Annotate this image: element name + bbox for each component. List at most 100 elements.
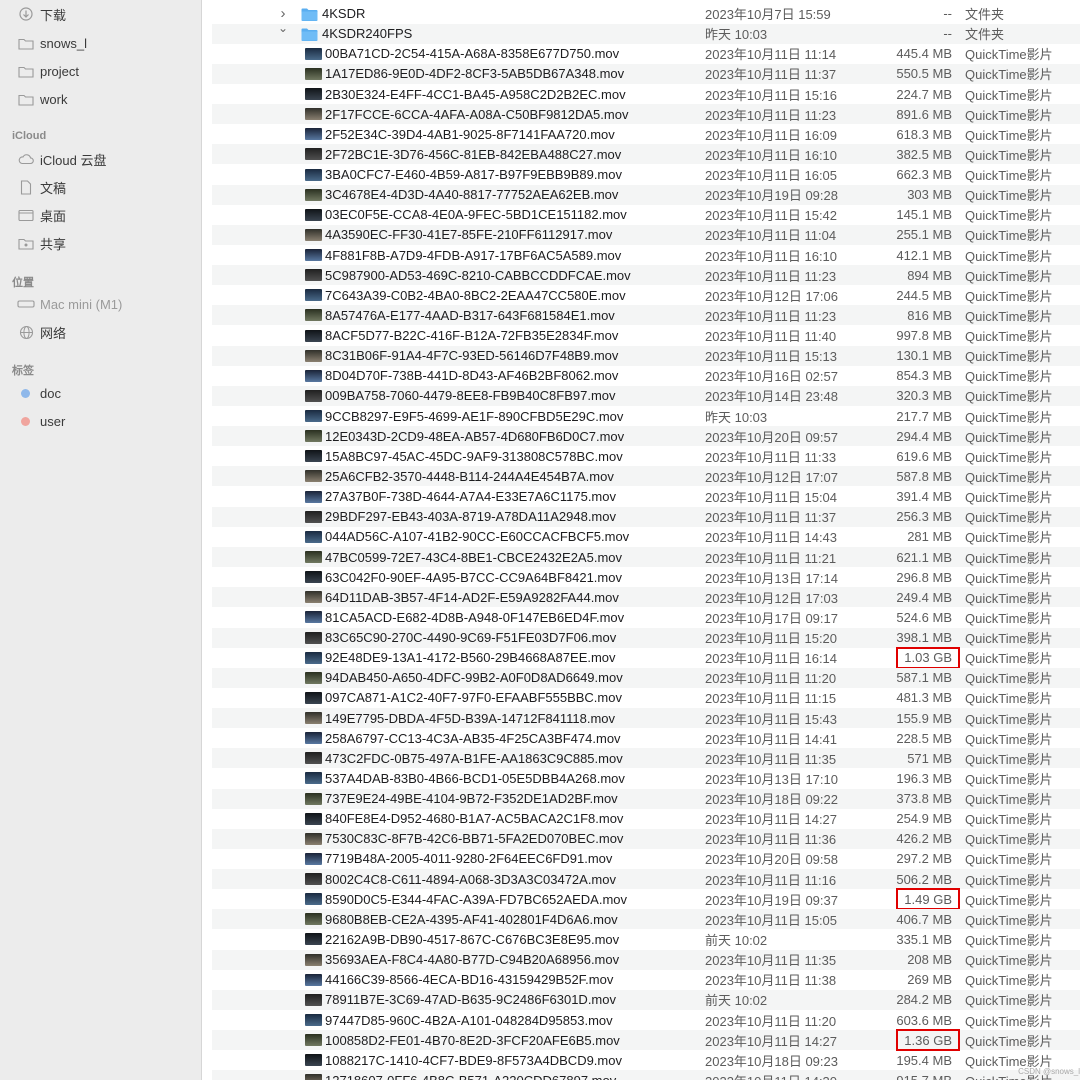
video-thumbnail	[305, 410, 322, 423]
file-row[interactable]: 8C31B06F-91A4-4F7C-93ED-56146D7F48B9.mov…	[212, 345, 1080, 366]
file-row[interactable]: 737E9E24-49BE-4104-9B72-F352DE1AD2BF.mov…	[212, 788, 1080, 809]
file-row[interactable]: 1A17ED86-9E0D-4DF2-8CF3-5AB5DB67A348.mov…	[212, 63, 1080, 84]
file-row[interactable]: 3BA0CFC7-E460-4B59-A817-B97F9EBB9B89.mov…	[212, 165, 1080, 185]
file-row[interactable]: 3C4678E4-4D3D-4A40-8817-77752AEA62EB.mov…	[212, 184, 1080, 205]
file-row[interactable]: 473C2FDC-0B75-497A-B1FE-AA1863C9C885.mov…	[212, 748, 1080, 769]
file-row[interactable]: 8ACF5D77-B22C-416F-B12A-72FB35E2834F.mov…	[212, 326, 1080, 346]
file-row[interactable]: 15A8BC97-45AC-45DC-9AF9-313808C578BC.mov…	[212, 446, 1080, 466]
video-thumbnail	[305, 108, 322, 121]
file-row[interactable]: 009BA758-7060-4479-8EE8-FB9B40C8FB97.mov…	[212, 385, 1080, 406]
file-kind: QuickTime影片	[965, 248, 1053, 264]
file-row[interactable]: 27A37B0F-738D-4644-A7A4-E33E7A6C1175.mov…	[212, 487, 1080, 507]
file-row[interactable]: 7C643A39-C0B2-4BA0-8BC2-2EAA47CC580E.mov…	[212, 285, 1080, 305]
video-thumbnail	[305, 530, 322, 543]
file-row[interactable]: 44166C39-8566-4ECA-BD16-43159429B52F.mov…	[212, 970, 1080, 990]
file-name: 2B30E324-E4FF-4CC1-BA45-A958C2D2B2EC.mov	[325, 86, 626, 102]
file-kind: QuickTime影片	[965, 832, 1053, 848]
file-row[interactable]: 149E7795-DBDA-4F5D-B39A-14712F841118.mov…	[212, 708, 1080, 729]
file-row[interactable]: 12E0343D-2CD9-48EA-AB57-4D680FB6D0C7.mov…	[212, 426, 1080, 447]
sidebar-item[interactable]: 下载	[16, 3, 66, 25]
file-name: 044AD56C-A107-41B2-90CC-E60CCACFBCF5.mov	[325, 529, 630, 545]
sidebar-item[interactable]: 共享	[16, 232, 66, 254]
file-row[interactable]: 94DAB450-A650-4DFC-99B2-A0F0D8AD6649.mov…	[212, 667, 1080, 688]
file-row[interactable]: 25A6CFB2-3570-4448-B114-244A4E454B7A.mov…	[212, 466, 1080, 487]
file-row[interactable]: 29BDF297-EB43-403A-8719-A78DA11A2948.mov…	[212, 506, 1080, 527]
file-kind: 文件夹	[965, 27, 1005, 43]
file-size: 445.4 MB	[896, 46, 952, 62]
network-icon	[16, 324, 36, 340]
file-row[interactable]: 9680B8EB-CE2A-4395-AF41-402801F4D6A6.mov…	[212, 909, 1080, 930]
date-modified: 2023年10月11日 11:23	[705, 107, 837, 123]
video-thumbnail	[305, 128, 322, 141]
file-row[interactable]: 00BA71CD-2C54-415A-A68A-8358E677D750.mov…	[212, 44, 1080, 64]
file-name: 009BA758-7060-4479-8EE8-FB9B40C8FB97.mov	[325, 388, 616, 404]
video-thumbnail	[305, 188, 322, 201]
file-row[interactable]: 2B30E324-E4FF-4CC1-BA45-A958C2D2B2EC.mov…	[212, 84, 1080, 104]
file-row[interactable]: 044AD56C-A107-41B2-90CC-E60CCACFBCF5.mov…	[212, 527, 1080, 547]
file-size: 550.5 MB	[896, 66, 952, 82]
file-row[interactable]: 35693AEA-F8C4-4A80-B77D-C94B20A68956.mov…	[212, 949, 1080, 970]
file-row[interactable]: 7719B48A-2005-4011-9280-2F64EEC6FD91.mov…	[212, 849, 1080, 869]
file-row[interactable]: 1088217C-1410-4CF7-BDE9-8F573A4DBCD9.mov…	[212, 1050, 1080, 1070]
video-thumbnail	[305, 712, 322, 725]
file-row[interactable]: 12718607-0FF6-4B8C-B571-A220CDD67897.mov…	[212, 1070, 1080, 1080]
file-row[interactable]: 258A6797-CC13-4C3A-AB35-4F25CA3BF474.mov…	[212, 728, 1080, 748]
video-thumbnail	[305, 893, 322, 906]
file-row[interactable]: 537A4DAB-83B0-4B66-BCD1-05E5DBB4A268.mov…	[212, 768, 1080, 788]
folder-row[interactable]: ⌄ 4KSDR240FPS 昨天 10:03 -- 文件夹	[212, 21, 1080, 44]
file-size: 587.1 MB	[896, 670, 952, 686]
folder-row[interactable]: › 4KSDR 2023年10月7日 15:59 -- 文件夹	[212, 4, 1080, 24]
file-row[interactable]: 097CA871-A1C2-40F7-97F0-EFAABF555BBC.mov…	[212, 688, 1080, 708]
date-modified: 2023年10月13日 17:10	[705, 771, 838, 787]
file-row[interactable]: 8002C4C8-C611-4894-A068-3D3A3C03472A.mov…	[212, 869, 1080, 890]
file-row[interactable]: 03EC0F5E-CCA8-4E0A-9FEC-5BD1CE151182.mov…	[212, 205, 1080, 225]
file-size: 145.1 MB	[896, 207, 952, 223]
file-row[interactable]: 2F72BC1E-3D76-456C-81EB-842EBA488C27.mov…	[212, 144, 1080, 165]
file-row[interactable]: 5C987900-AD53-469C-8210-CABBCCDDFCAE.mov…	[212, 265, 1080, 286]
file-name: 4F881F8B-A7D9-4FDB-A917-17BF6AC5A589.mov	[325, 247, 622, 263]
sidebar-item[interactable]: Mac mini (M1)	[16, 293, 122, 315]
file-kind: QuickTime影片	[965, 651, 1053, 667]
file-row[interactable]: 8D04D70F-738B-441D-8D43-AF46B2BF8062.mov…	[212, 366, 1080, 386]
sidebar-item[interactable]: iCloud 云盘	[16, 148, 106, 170]
date-modified: 2023年10月13日 17:14	[705, 570, 838, 586]
sidebar-item[interactable]: project	[16, 60, 79, 82]
file-row[interactable]: 78911B7E-3C69-47AD-B635-9C2486F6301D.mov…	[212, 989, 1080, 1010]
file-size: 621.1 MB	[896, 549, 952, 565]
chevron-down-icon[interactable]: ⌄	[277, 21, 289, 35]
file-row[interactable]: 8A57476A-E177-4AAD-B317-643F681584E1.mov…	[212, 305, 1080, 326]
sidebar-tag-user[interactable]: user	[16, 410, 65, 432]
file-name: 27A37B0F-738D-4644-A7A4-E33E7A6C1175.mov	[325, 489, 616, 505]
file-size: 854.3 MB	[896, 368, 952, 384]
sidebar-item[interactable]: 桌面	[16, 204, 66, 226]
date-modified: 2023年10月11日 15:43	[705, 711, 838, 727]
chevron-right-icon[interactable]: ›	[277, 5, 289, 22]
video-thumbnail	[305, 1074, 322, 1080]
video-thumbnail	[305, 671, 322, 684]
file-size: 296.8 MB	[896, 569, 952, 585]
sidebar-item[interactable]: 网络	[16, 321, 66, 343]
file-row[interactable]: 47BC0599-72E7-43C4-8BE1-CBCE2432E2A5.mov…	[212, 547, 1080, 567]
file-row[interactable]: 7530C83C-8F7B-42C6-BB71-5FA2ED070BEC.mov…	[212, 828, 1080, 849]
file-row[interactable]: 4A3590EC-FF30-41E7-85FE-210FF6112917.mov…	[212, 224, 1080, 245]
file-size: 224.7 MB	[896, 86, 952, 102]
file-row[interactable]: 2F17FCCE-6CCA-4AFA-A08A-C50BF9812DA5.mov…	[212, 104, 1080, 125]
file-row[interactable]: 63C042F0-90EF-4A95-B7CC-CC9A64BF8421.mov…	[212, 567, 1080, 587]
file-row[interactable]: 64D11DAB-3B57-4F14-AD2F-E59A9282FA44.mov…	[212, 587, 1080, 608]
sidebar-item[interactable]: work	[16, 88, 67, 110]
file-row[interactable]: 2F52E34C-39D4-4AB1-9025-8F7141FAA720.mov…	[212, 124, 1080, 144]
sidebar-item[interactable]: 文稿	[16, 176, 66, 198]
date-modified: 2023年10月18日 09:23	[705, 1053, 838, 1069]
file-row[interactable]: 9CCB8297-E9F5-4699-AE1F-890CFBD5E29C.mov…	[212, 406, 1080, 426]
sidebar-tag-doc[interactable]: doc	[16, 382, 61, 404]
file-row[interactable]: 97447D85-960C-4B2A-A101-048284D95853.mov…	[212, 1010, 1080, 1030]
file-name: 25A6CFB2-3570-4448-B114-244A4E454B7A.mov	[325, 468, 614, 484]
file-row[interactable]: 4F881F8B-A7D9-4FDB-A917-17BF6AC5A589.mov…	[212, 245, 1080, 265]
file-kind: QuickTime影片	[965, 469, 1053, 485]
file-row[interactable]: 81CA5ACD-E682-4D8B-A948-0F147EB6ED4F.mov…	[212, 607, 1080, 627]
file-row[interactable]: 22162A9B-DB90-4517-867C-C676BC3E8E95.mov…	[212, 929, 1080, 949]
file-kind: QuickTime影片	[965, 107, 1053, 123]
file-row[interactable]: 83C65C90-270C-4490-9C69-F51FE03D7F06.mov…	[212, 627, 1080, 648]
file-row[interactable]: 840FE8E4-D952-4680-B1A7-AC5BACA2C1F8.mov…	[212, 809, 1080, 829]
sidebar-item[interactable]: snows_l	[16, 32, 87, 54]
